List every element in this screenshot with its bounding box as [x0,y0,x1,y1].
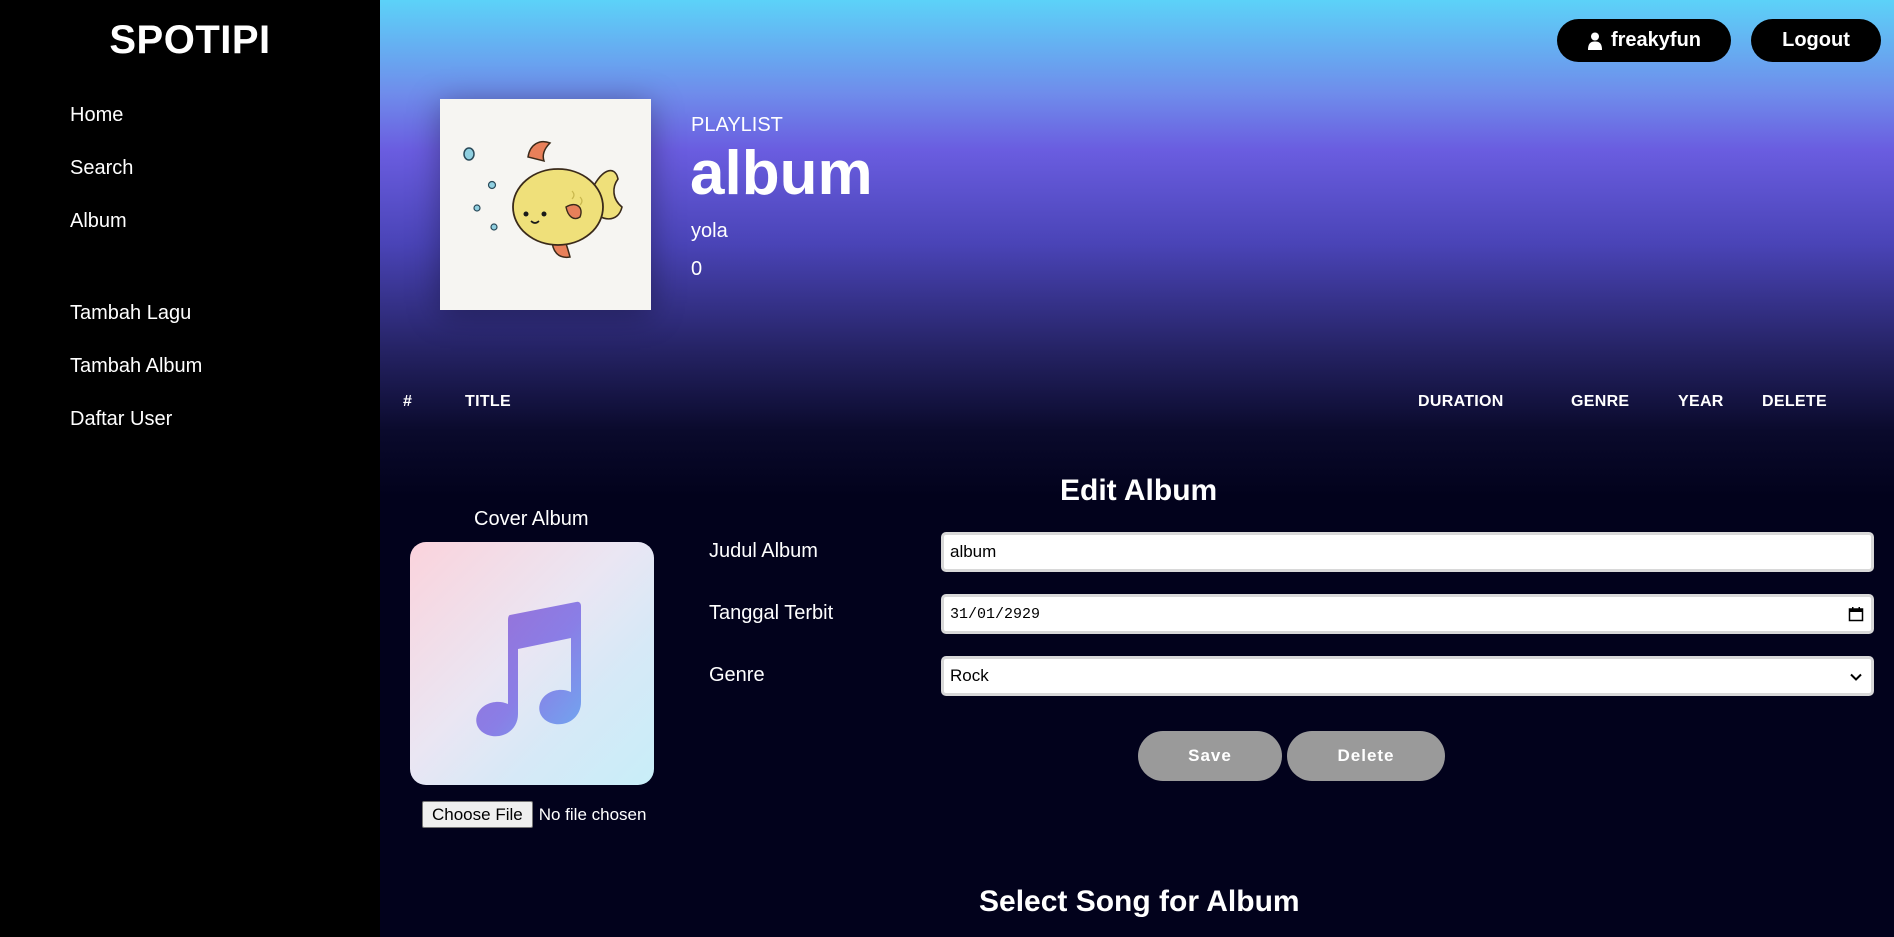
column-header-duration: DURATION [1418,393,1504,410]
logout-button[interactable]: Logout [1751,19,1881,62]
genre-value: Rock [950,666,989,685]
chevron-down-icon [1850,673,1862,681]
column-header-delete: DELETE [1762,393,1827,410]
column-header-year: YEAR [1678,393,1724,410]
album-title-value: album [950,542,997,561]
column-header-number: # [403,393,413,410]
sidebar-item-tambah-album[interactable]: Tambah Album [70,355,202,378]
username-label: freakyfun [1610,29,1702,51]
album-title-input[interactable]: album [941,532,1874,572]
column-header-genre: GENRE [1571,393,1630,410]
fish-illustration [440,99,651,310]
sidebar-item-album[interactable]: Album [70,210,127,233]
calendar-icon[interactable] [1848,606,1864,622]
sidebar: SPOTIPI Home Search Album Tambah Lagu Ta… [0,0,380,937]
cover-preview [410,542,654,785]
save-button[interactable]: Save [1138,731,1282,781]
column-header-title: TITLE [465,393,511,410]
album-title-label: Judul Album [709,540,818,562]
release-date-input[interactable]: 31/01/2929 [941,594,1874,634]
sidebar-item-daftar-user[interactable]: Daftar User [70,408,172,431]
file-input[interactable]: Choose File No file chosen [422,801,646,828]
sidebar-item-home[interactable]: Home [70,104,123,127]
user-icon [1587,32,1602,50]
delete-button[interactable]: Delete [1287,731,1445,781]
cover-album-label: Cover Album [474,508,589,530]
genre-label: Genre [709,664,765,686]
playlist-song-count: 0 [691,258,703,280]
brand-logo[interactable]: SPOTIPI [0,18,380,63]
release-date-label: Tanggal Terbit [709,602,834,624]
music-note-icon [476,601,581,737]
file-status-text: No file chosen [538,804,647,824]
playlist-type-label: PLAYLIST [691,114,783,136]
edit-album-heading: Edit Album [1060,474,1218,507]
fish-cover-image [440,99,651,310]
choose-file-button[interactable]: Choose File [422,801,533,828]
sidebar-item-search[interactable]: Search [70,157,133,180]
app-root: SPOTIPI Home Search Album Tambah Lagu Ta… [0,0,1894,937]
main-content: freakyfun Logout PLAYLIST album yola 0 #… [380,0,1894,937]
release-date-value: 31/01/2929 [950,605,1041,623]
playlist-owner: yola [691,220,728,242]
playlist-title: album [690,139,873,208]
sidebar-item-tambah-lagu[interactable]: Tambah Lagu [70,302,191,325]
genre-select[interactable]: Rock [941,656,1874,696]
user-button[interactable]: freakyfun [1557,19,1731,62]
select-song-heading: Select Song for Album [979,885,1300,918]
